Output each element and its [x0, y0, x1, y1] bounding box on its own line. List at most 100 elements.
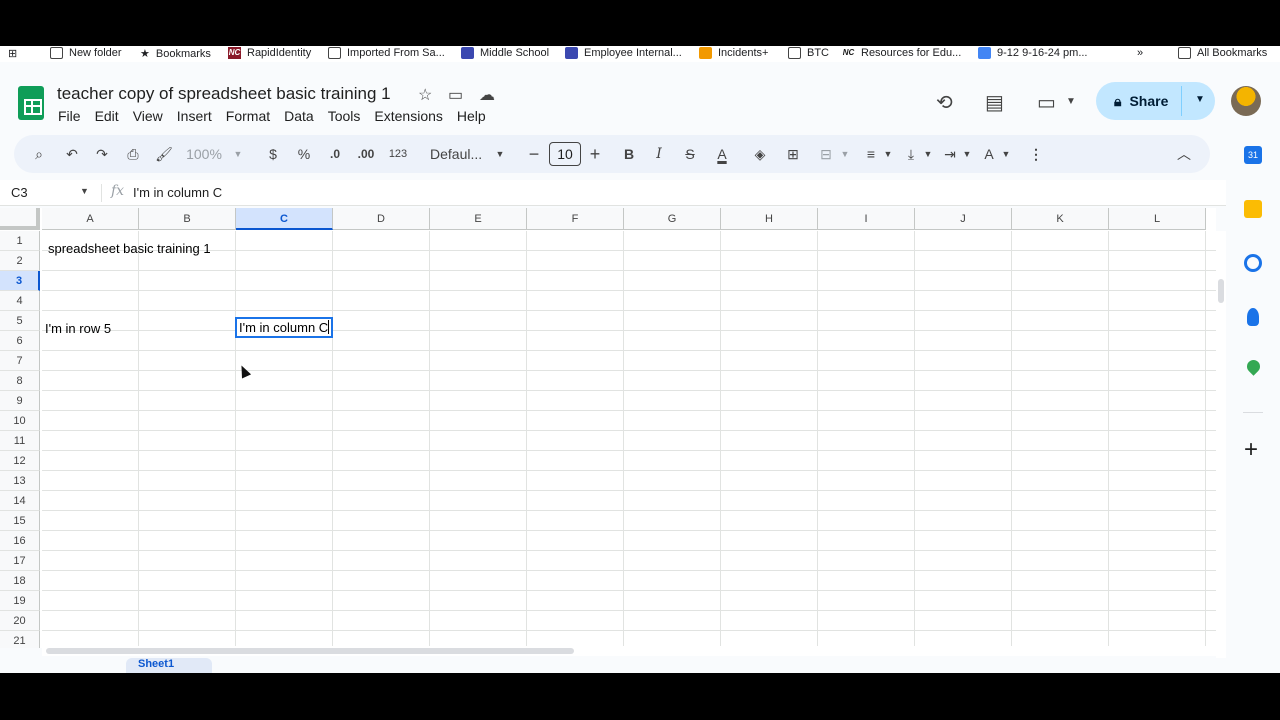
halign-dropdown-icon[interactable]: ▼: [883, 135, 893, 173]
bookmarks-overflow-button[interactable]: »: [1137, 47, 1143, 59]
column-header-e[interactable]: E: [430, 208, 527, 230]
keep-icon[interactable]: [1244, 200, 1262, 218]
bookmark-btc[interactable]: BTC: [788, 47, 829, 59]
menu-extensions[interactable]: Extensions: [374, 108, 442, 124]
cell-A5[interactable]: I'm in row 5: [45, 321, 111, 336]
menu-view[interactable]: View: [133, 108, 163, 124]
collapse-menus-icon[interactable]: ︿: [1176, 135, 1192, 173]
maps-icon[interactable]: [1244, 357, 1263, 376]
meet-dropdown-icon[interactable]: ▼: [1066, 96, 1076, 107]
row-header-2[interactable]: 2: [0, 251, 40, 271]
row-header-11[interactable]: 11: [0, 431, 40, 451]
decrease-decimal-button[interactable]: .0: [326, 135, 344, 173]
sheets-logo-icon[interactable]: [18, 86, 44, 120]
column-header-b[interactable]: B: [139, 208, 236, 230]
row-header-18[interactable]: 18: [0, 571, 40, 591]
row-header-1[interactable]: 1: [0, 231, 40, 251]
valign-dropdown-icon[interactable]: ▼: [923, 135, 933, 173]
row-header-16[interactable]: 16: [0, 531, 40, 551]
menu-tools[interactable]: Tools: [328, 108, 361, 124]
cloud-saved-icon[interactable]: ☁: [479, 85, 495, 105]
bookmark-resources[interactable]: NC Resources for Edu...: [842, 47, 961, 59]
column-header-f[interactable]: F: [527, 208, 624, 230]
menu-data[interactable]: Data: [284, 108, 314, 124]
horizontal-scrollbar[interactable]: [42, 646, 1216, 656]
row-header-19[interactable]: 19: [0, 591, 40, 611]
bookmark-rapididentity[interactable]: NC RapidIdentity: [228, 47, 311, 59]
column-header-i[interactable]: I: [818, 208, 915, 230]
font-select[interactable]: Defaul...: [430, 135, 488, 173]
bold-button[interactable]: B: [621, 135, 637, 173]
row-header-6[interactable]: 6: [0, 331, 40, 351]
bookmark-employee-internal[interactable]: Employee Internal...: [565, 47, 682, 59]
italic-button[interactable]: I: [651, 135, 667, 173]
meet-video-icon[interactable]: ▭: [1037, 90, 1056, 115]
document-title[interactable]: teacher copy of spreadsheet basic traini…: [57, 84, 391, 104]
formula-input[interactable]: I'm in column C: [133, 185, 222, 200]
row-header-7[interactable]: 7: [0, 351, 40, 371]
contacts-icon[interactable]: [1247, 308, 1259, 326]
comments-icon[interactable]: ▤: [985, 90, 1004, 115]
row-header-12[interactable]: 12: [0, 451, 40, 471]
menu-file[interactable]: File: [58, 108, 81, 124]
sheet-tab-active[interactable]: Sheet1: [126, 658, 212, 673]
version-history-icon[interactable]: ⟲: [936, 90, 953, 115]
text-color-button[interactable]: A: [711, 135, 733, 173]
column-header-c[interactable]: C: [236, 208, 333, 230]
row-header-3[interactable]: 3: [0, 271, 40, 291]
avatar[interactable]: [1231, 86, 1261, 116]
paint-format-icon[interactable]: 🖌︎: [154, 135, 174, 173]
row-header-15[interactable]: 15: [0, 511, 40, 531]
zoom-select[interactable]: 100%: [184, 135, 224, 173]
select-all-corner[interactable]: [0, 208, 40, 230]
row-header-4[interactable]: 4: [0, 291, 40, 311]
rotation-dropdown-icon[interactable]: ▼: [1001, 135, 1011, 173]
bookmark-9-12[interactable]: 9-12 9-16-24 pm...: [978, 47, 1088, 59]
cell-area[interactable]: [42, 231, 1216, 648]
bookmark-all-bookmarks[interactable]: All Bookmarks: [1178, 47, 1267, 59]
more-options-icon[interactable]: ⋮: [1029, 135, 1043, 173]
horizontal-scroll-thumb[interactable]: [46, 648, 574, 654]
row-header-9[interactable]: 9: [0, 391, 40, 411]
search-icon[interactable]: ⌕: [29, 135, 49, 173]
borders-icon[interactable]: ⊞: [784, 135, 802, 173]
column-header-j[interactable]: J: [915, 208, 1012, 230]
font-size-input[interactable]: 10: [549, 142, 581, 166]
strikethrough-button[interactable]: S: [681, 135, 699, 173]
wrap-dropdown-icon[interactable]: ▼: [962, 135, 972, 173]
merge-cells-icon[interactable]: ⊟: [817, 135, 835, 173]
percent-format-button[interactable]: %: [296, 135, 312, 173]
apps-grid-icon[interactable]: ⊞: [8, 47, 17, 60]
merge-dropdown-icon[interactable]: ▼: [840, 135, 850, 173]
active-cell-C3[interactable]: I'm in column C: [235, 317, 333, 338]
zoom-dropdown-icon[interactable]: ▼: [232, 135, 244, 173]
cell-A1[interactable]: spreadsheet basic training 1: [48, 241, 211, 256]
font-dropdown-icon[interactable]: ▼: [494, 135, 506, 173]
row-header-20[interactable]: 20: [0, 611, 40, 631]
column-header-l[interactable]: L: [1109, 208, 1206, 230]
row-header-17[interactable]: 17: [0, 551, 40, 571]
fill-color-icon[interactable]: ◈: [751, 135, 769, 173]
column-header-g[interactable]: G: [624, 208, 721, 230]
row-header-21[interactable]: 21: [0, 631, 40, 648]
name-box[interactable]: C3: [11, 185, 28, 200]
star-icon[interactable]: ☆: [418, 85, 432, 105]
row-header-8[interactable]: 8: [0, 371, 40, 391]
bookmark-imported[interactable]: Imported From Sa...: [328, 47, 445, 59]
calendar-icon[interactable]: 31: [1244, 146, 1262, 164]
vertical-scroll-thumb[interactable]: [1218, 279, 1224, 303]
undo-icon[interactable]: ↶: [62, 135, 82, 173]
name-box-dropdown-icon[interactable]: ▼: [80, 186, 89, 196]
row-header-10[interactable]: 10: [0, 411, 40, 431]
text-wrap-icon[interactable]: ⇥: [941, 135, 959, 173]
column-header-a[interactable]: A: [42, 208, 139, 230]
row-header-14[interactable]: 14: [0, 491, 40, 511]
row-header-5[interactable]: 5: [0, 311, 40, 331]
vertical-scrollbar[interactable]: [1216, 231, 1226, 673]
bookmark-bookmarks[interactable]: ★ Bookmarks: [140, 47, 211, 61]
column-header-k[interactable]: K: [1012, 208, 1109, 230]
add-addon-button[interactable]: +: [1244, 436, 1258, 464]
horizontal-align-icon[interactable]: ≡: [862, 135, 880, 173]
column-header-h[interactable]: H: [721, 208, 818, 230]
more-formats-button[interactable]: 123: [386, 135, 410, 173]
